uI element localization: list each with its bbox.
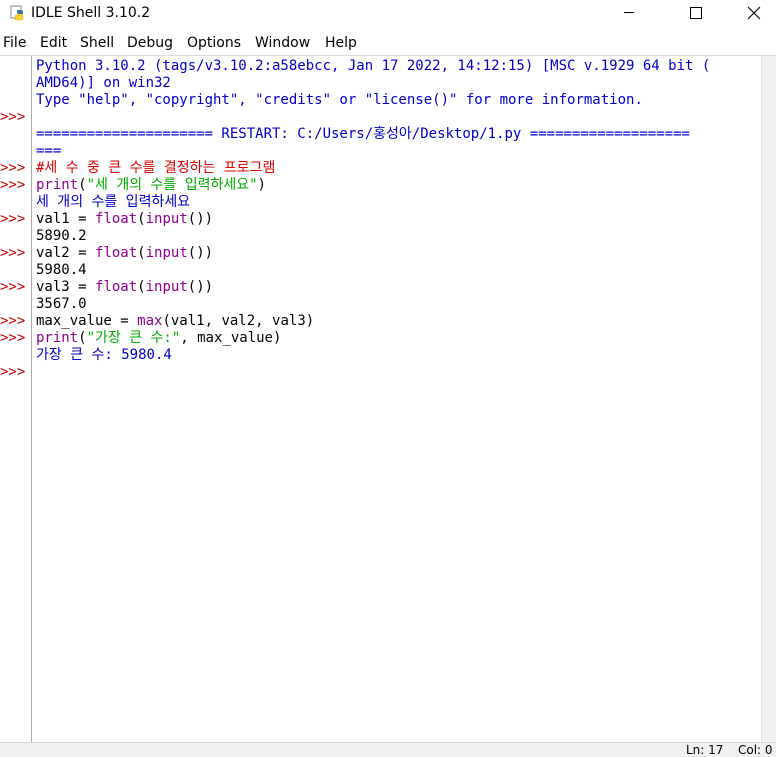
code-paren: ( xyxy=(137,245,146,261)
menu-window[interactable]: Window xyxy=(255,35,310,51)
code-paren: ( xyxy=(78,330,87,346)
output-line: 가장 큰 수: 5980.4 xyxy=(36,347,172,363)
maximize-icon xyxy=(690,7,702,19)
menu-help[interactable]: Help xyxy=(325,35,357,51)
code-line-input: val1 = float(input()) xyxy=(36,211,213,228)
code-line-max: max_value = max(val1, val2, val3) xyxy=(36,313,314,330)
code-assignment: val2 = xyxy=(36,245,96,261)
user-input-value: 5980.4 xyxy=(36,262,87,278)
code-line-print: print("세 개의 수를 입력하세요") xyxy=(36,177,266,194)
builtin-print: print xyxy=(36,177,79,193)
close-button[interactable] xyxy=(724,0,776,26)
code-args: , max_value) xyxy=(180,330,282,346)
menu-file[interactable]: File xyxy=(3,35,26,51)
builtin-float: float xyxy=(95,245,138,261)
code-assignment: val1 = xyxy=(36,211,96,227)
minimize-icon xyxy=(624,12,634,13)
code-paren: ( xyxy=(78,177,87,193)
code-comment-line: #세 수 중 큰 수를 결정하는 프로그램 xyxy=(36,160,276,176)
prompt-marker: >>> xyxy=(0,313,26,329)
builtin-input: input xyxy=(145,245,188,261)
banner-line: AMD64)] on win32 xyxy=(36,75,171,91)
prompt-marker: >>> xyxy=(0,160,26,176)
user-input-value: 5890.2 xyxy=(36,228,87,244)
prompt-marker: >>> xyxy=(0,364,26,380)
prompt-marker: >>> xyxy=(0,177,26,193)
vertical-scrollbar[interactable] xyxy=(761,56,776,742)
window-title: IDLE Shell 3.10.2 xyxy=(31,5,151,21)
prompt-marker: >>> xyxy=(0,211,26,227)
code-paren: ()) xyxy=(187,245,214,261)
code-line-input: val3 = float(input()) xyxy=(36,279,213,296)
builtin-max: max xyxy=(137,313,163,329)
code-assignment: max_value = xyxy=(36,313,138,329)
code-line-input: val2 = float(input()) xyxy=(36,245,213,262)
python-idle-icon xyxy=(10,5,24,21)
menu-shell[interactable]: Shell xyxy=(80,35,114,51)
close-icon xyxy=(747,6,761,20)
prompt-marker: >>> xyxy=(0,245,26,261)
string-literal: "가장 큰 수:" xyxy=(86,330,181,346)
prompt-marker: >>> xyxy=(0,279,26,295)
string-literal: "세 개의 수를 입력하세요" xyxy=(86,177,258,193)
column-number: Col: 0 xyxy=(738,743,773,757)
prompt-gutter: >>> >>> >>> >>> >>> >>> >>> >>> >>> xyxy=(0,56,31,742)
builtin-input: input xyxy=(145,279,188,295)
code-paren: ( xyxy=(137,279,146,295)
restart-line-continued: === xyxy=(36,143,62,159)
shell-text-area[interactable]: Python 3.10.2 (tags/v3.10.2:a58ebcc, Jan… xyxy=(32,56,761,742)
banner-line: Type "help", "copyright", "credits" or "… xyxy=(36,92,643,108)
user-input-value: 3567.0 xyxy=(36,296,87,312)
builtin-input: input xyxy=(145,211,188,227)
prompt-marker: >>> xyxy=(0,330,26,346)
code-paren: ( xyxy=(137,211,146,227)
banner-line: Python 3.10.2 (tags/v3.10.2:a58ebcc, Jan… xyxy=(36,58,711,74)
title-bar: IDLE Shell 3.10.2 xyxy=(0,0,776,28)
line-number: Ln: 17 xyxy=(686,743,724,757)
code-paren: ) xyxy=(257,177,266,193)
code-line-print: print("가장 큰 수:", max_value) xyxy=(36,330,281,347)
menu-options[interactable]: Options xyxy=(187,35,241,51)
code-assignment: val3 = xyxy=(36,279,96,295)
menu-edit[interactable]: Edit xyxy=(40,35,67,51)
code-paren: ()) xyxy=(187,211,214,227)
restart-line: ===================== RESTART: C:/Users/… xyxy=(36,126,690,142)
code-paren: ()) xyxy=(187,279,214,295)
menu-bar: File Edit Shell Debug Options Window Hel… xyxy=(0,32,776,54)
code-args: (val1, val2, val3) xyxy=(162,313,315,329)
output-line: 세 개의 수를 입력하세요 xyxy=(36,194,191,210)
builtin-print: print xyxy=(36,330,79,346)
prompt-marker: >>> xyxy=(0,109,26,125)
builtin-float: float xyxy=(95,279,138,295)
status-bar: Ln: 17 Col: 0 xyxy=(0,742,776,757)
minimize-button[interactable] xyxy=(600,0,658,26)
builtin-float: float xyxy=(95,211,138,227)
maximize-button[interactable] xyxy=(666,0,724,26)
menu-debug[interactable]: Debug xyxy=(127,35,173,51)
